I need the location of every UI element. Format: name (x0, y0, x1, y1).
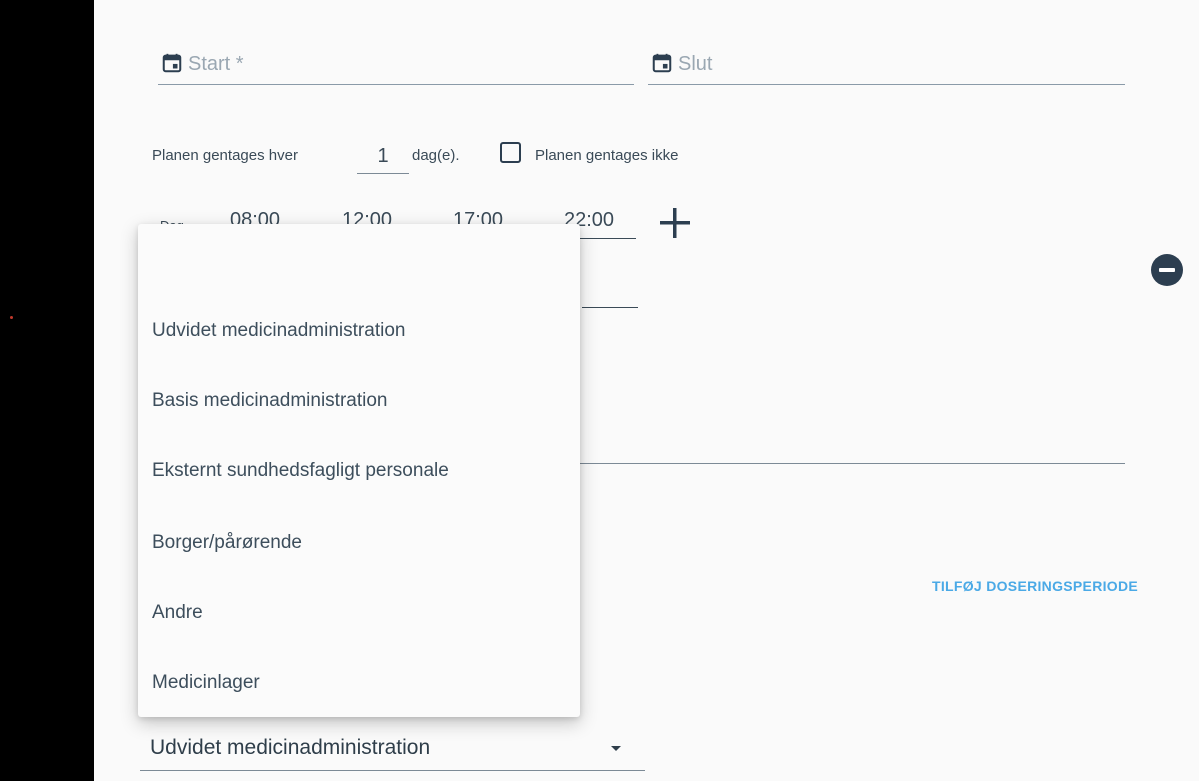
menu-item[interactable]: Borger/pårørende (152, 532, 302, 554)
field-underline (582, 307, 638, 308)
menu-item[interactable]: Andre (152, 602, 203, 624)
field-underline (578, 463, 1125, 464)
plus-icon[interactable] (656, 204, 694, 242)
calendar-icon (652, 53, 672, 73)
menu-item[interactable]: Udvidet medicinadministration (152, 320, 405, 342)
left-black-bar (0, 0, 94, 781)
menu-item[interactable]: Eksternt sundhedsfagligt personale (152, 460, 449, 482)
end-date-field[interactable]: Slut (648, 42, 1125, 85)
no-repeat-label: Planen gentages ikke (535, 147, 679, 164)
chevron-down-icon (611, 746, 621, 751)
no-repeat-checkbox[interactable] (500, 142, 521, 163)
calendar-icon (162, 53, 182, 73)
end-date-placeholder: Slut (678, 53, 713, 75)
menu-item[interactable]: Medicinlager (152, 672, 260, 694)
red-dot (10, 316, 13, 319)
minus-circle-icon[interactable] (1151, 254, 1183, 286)
repeat-interval-input[interactable]: 1 (357, 141, 409, 174)
repeat-unit-label: dag(e). (412, 147, 460, 164)
menu-item[interactable]: Basis medicinadministration (152, 390, 388, 412)
select-value: Udvidet medicinadministration (150, 736, 431, 759)
dropdown-menu: Udvidet medicinadministration Basis medi… (138, 224, 580, 717)
repeat-prefix-label: Planen gentages hver (152, 147, 298, 164)
start-date-field[interactable]: Start * (158, 42, 634, 85)
administration-select[interactable]: Udvidet medicinadministration (140, 722, 645, 771)
start-date-placeholder: Start * (188, 53, 244, 75)
add-dosing-period-link[interactable]: TILFØJ DOSERINGSPERIODE (932, 578, 1138, 594)
